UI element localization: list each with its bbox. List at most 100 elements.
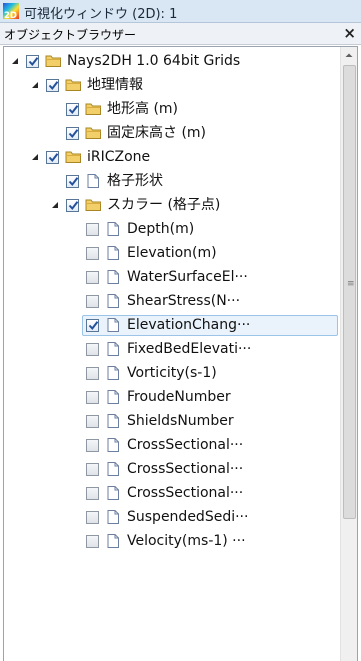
tree-item[interactable]: iRICZone	[4, 146, 338, 170]
scrollbar-grip: ≡	[347, 279, 355, 289]
window-titlebar[interactable]: 2D 可視化ウィンドウ (2D): 1	[0, 0, 361, 23]
folder-icon	[85, 199, 101, 211]
tree-item-label: Vorticity(s-1)	[127, 365, 217, 381]
tree-item-label: Depth(m)	[127, 221, 195, 237]
document-icon	[87, 174, 99, 188]
window-title: 可視化ウィンドウ (2D): 1	[24, 7, 178, 22]
tree-item-label: WaterSurfaceEl···	[127, 269, 248, 285]
visibility-checkbox[interactable]	[66, 199, 79, 212]
visibility-checkbox[interactable]	[66, 175, 79, 188]
tree-item-label: FroudeNumber	[127, 389, 231, 405]
tree-item[interactable]: ElevationChang···	[4, 314, 338, 338]
tree-item-label: Elevation(m)	[127, 245, 217, 261]
visibility-checkbox[interactable]	[86, 223, 99, 236]
tree-item-label: Nays2DH 1.0 64bit Grids	[67, 53, 241, 69]
tree-item-label: 固定床高さ (m)	[107, 125, 207, 141]
check-mark-icon	[68, 177, 79, 187]
visibility-checkbox[interactable]	[26, 55, 39, 68]
tree-item-label: iRICZone	[87, 149, 151, 165]
visibility-checkbox[interactable]	[86, 511, 99, 524]
tree-item-label: スカラー (格子点)	[107, 197, 221, 213]
tree-item-label: SuspendedSedi···	[127, 509, 249, 525]
folder-icon	[85, 127, 101, 139]
visibility-checkbox[interactable]	[86, 487, 99, 500]
tree-item[interactable]: CrossSectional···	[4, 458, 338, 482]
visibility-checkbox[interactable]	[86, 295, 99, 308]
folder-icon	[65, 79, 81, 91]
tree-item-label: ElevationChang···	[127, 317, 251, 333]
visualization-window: 2D 可視化ウィンドウ (2D): 1 オブジェクトブラウザー × Nays2D…	[0, 0, 361, 661]
document-icon	[107, 222, 119, 236]
tree-item-label: ShieldsNumber	[127, 413, 234, 429]
scrollbar-thumb[interactable]: ≡	[343, 65, 356, 519]
visibility-checkbox[interactable]	[66, 103, 79, 116]
visibility-checkbox[interactable]	[86, 319, 99, 332]
document-icon	[107, 510, 119, 524]
check-mark-icon	[68, 105, 79, 115]
check-mark-icon	[68, 129, 79, 139]
object-browser-tree-frame: Nays2DH 1.0 64bit Grids 地理情報地形高 (m) 固定床高さ …	[3, 46, 358, 661]
visibility-checkbox[interactable]	[86, 247, 99, 260]
visibility-checkbox[interactable]	[46, 79, 59, 92]
visibility-checkbox[interactable]	[86, 271, 99, 284]
tree-item[interactable]: CrossSectional···	[4, 482, 338, 506]
document-icon	[107, 438, 119, 452]
tree-item[interactable]: 固定床高さ (m)	[4, 122, 338, 146]
visibility-checkbox[interactable]	[86, 391, 99, 404]
document-icon	[107, 390, 119, 404]
document-icon	[107, 486, 119, 500]
tree-item-label: CrossSectional···	[127, 437, 244, 453]
check-mark-icon	[48, 153, 59, 163]
tree-item[interactable]: Velocity(ms-1) ···	[4, 530, 338, 554]
tree-item[interactable]: 地理情報	[4, 74, 338, 98]
visibility-checkbox[interactable]	[86, 463, 99, 476]
visibility-checkbox[interactable]	[46, 151, 59, 164]
close-icon[interactable]: ×	[343, 24, 356, 42]
tree-item-label: CrossSectional···	[127, 461, 244, 477]
tree-item[interactable]: スカラー (格子点)	[4, 194, 338, 218]
visibility-checkbox[interactable]	[86, 367, 99, 380]
document-icon	[107, 318, 119, 332]
document-icon	[107, 246, 119, 260]
tree-item-label: 地理情報	[87, 77, 143, 93]
tree-item-label: CrossSectional···	[127, 485, 244, 501]
tree-item[interactable]: 格子形状	[4, 170, 338, 194]
document-icon	[107, 534, 119, 548]
tree-item[interactable]: Vorticity(s-1)	[4, 362, 338, 386]
tree-item[interactable]: Depth(m)	[4, 218, 338, 242]
visibility-checkbox[interactable]	[86, 535, 99, 548]
expand-arrow-icon[interactable]	[30, 80, 40, 90]
folder-icon	[85, 103, 101, 115]
visibility-checkbox[interactable]	[86, 343, 99, 356]
tree-item[interactable]: ShearStress(N···	[4, 290, 338, 314]
tree-item[interactable]: FroudeNumber	[4, 386, 338, 410]
expand-arrow-icon[interactable]	[30, 152, 40, 162]
vertical-scrollbar[interactable]: ≡	[340, 47, 357, 661]
folder-icon	[45, 55, 61, 67]
visibility-checkbox[interactable]	[66, 127, 79, 140]
object-browser-header: オブジェクトブラウザー ×	[0, 23, 361, 45]
tree-item[interactable]: Nays2DH 1.0 64bit Grids	[4, 50, 338, 74]
tree-item[interactable]: 地形高 (m)	[4, 98, 338, 122]
expand-arrow-icon[interactable]	[50, 200, 60, 210]
scroll-up-arrow-icon[interactable]	[341, 47, 357, 64]
document-icon	[107, 366, 119, 380]
tree-item[interactable]: FixedBedElevati···	[4, 338, 338, 362]
visibility-checkbox[interactable]	[86, 415, 99, 428]
expand-arrow-icon[interactable]	[10, 56, 20, 66]
tree-item-label: 格子形状	[107, 173, 163, 189]
app-2d-icon: 2D	[3, 3, 19, 19]
tree-item-label: FixedBedElevati···	[127, 341, 252, 357]
tree-item[interactable]: Elevation(m)	[4, 242, 338, 266]
tree-item[interactable]: ShieldsNumber	[4, 410, 338, 434]
document-icon	[107, 342, 119, 356]
tree-item[interactable]: CrossSectional···	[4, 434, 338, 458]
tree-item[interactable]: WaterSurfaceEl···	[4, 266, 338, 290]
tree-item[interactable]: SuspendedSedi···	[4, 506, 338, 530]
visibility-checkbox[interactable]	[86, 439, 99, 452]
document-icon	[107, 462, 119, 476]
svg-text:2D: 2D	[4, 11, 17, 19]
tree-item-label: 地形高 (m)	[107, 101, 179, 117]
check-mark-icon	[88, 321, 99, 331]
check-mark-icon	[28, 57, 39, 67]
